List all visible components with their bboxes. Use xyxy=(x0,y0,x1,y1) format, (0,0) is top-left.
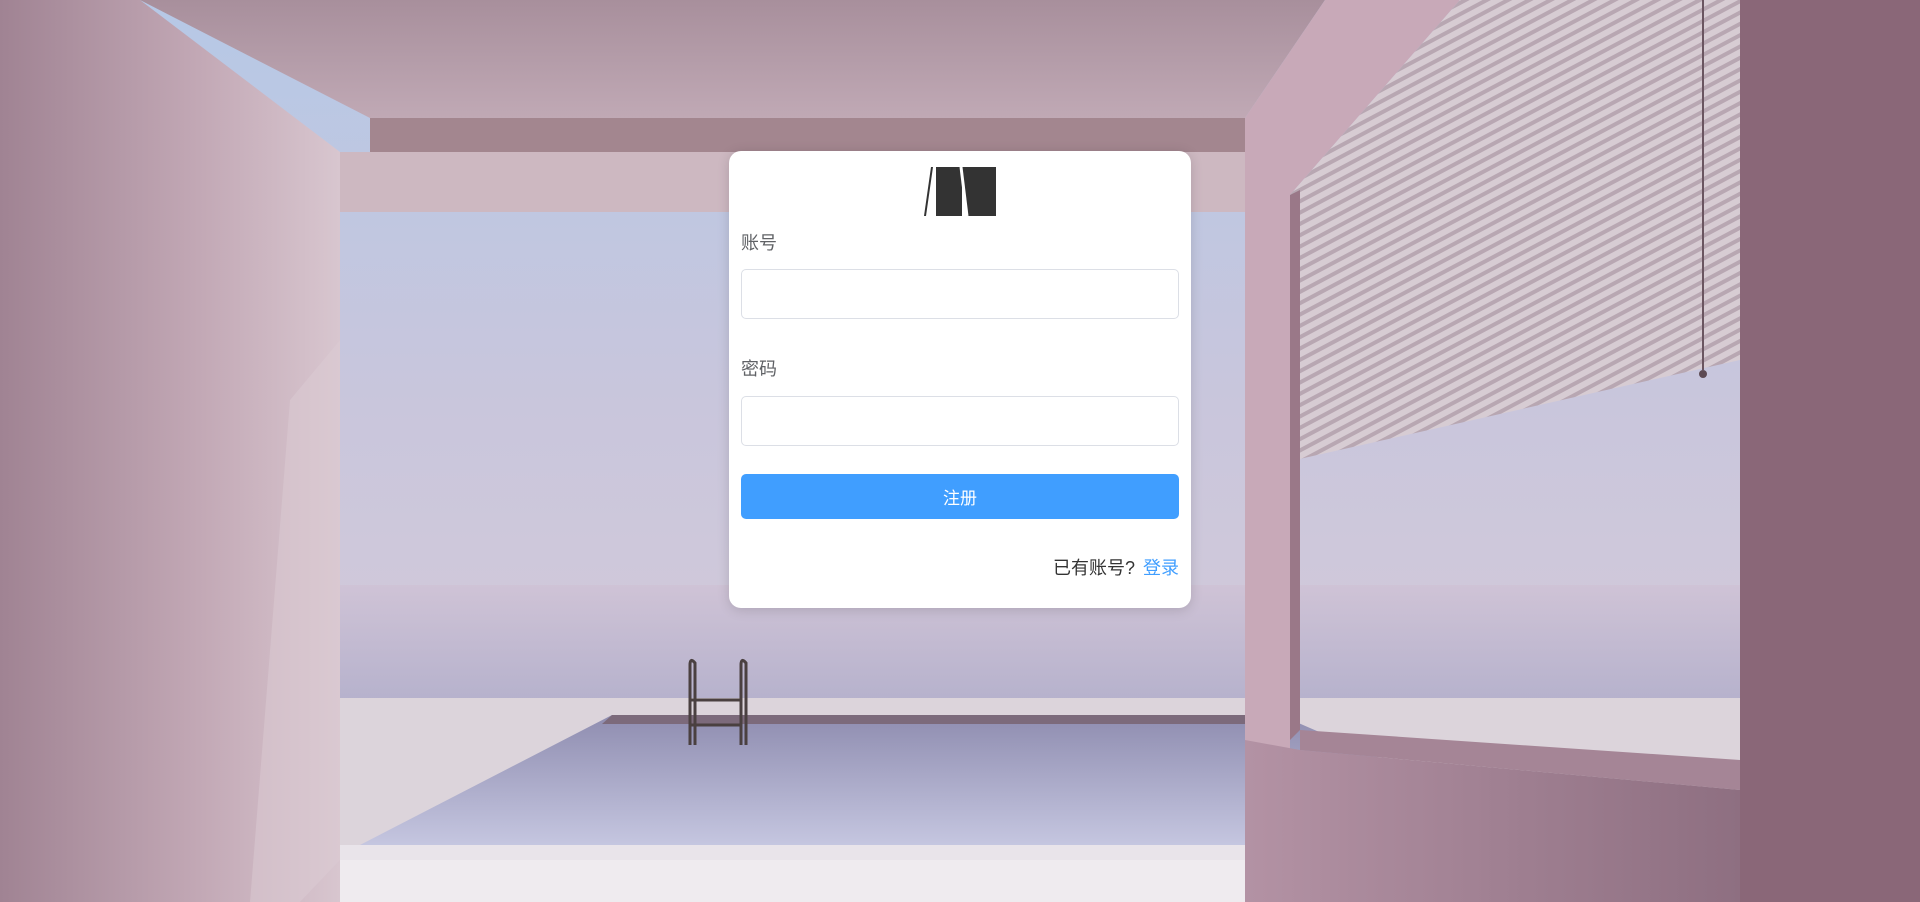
account-input[interactable] xyxy=(741,269,1179,319)
login-prompt: 已有账号? 登录 xyxy=(1053,556,1179,580)
have-account-text: 已有账号? xyxy=(1052,558,1135,578)
login-page: 账号 密码 注册 已有账号? 登录 xyxy=(0,0,1920,902)
login-link[interactable]: 登录 xyxy=(1143,558,1179,578)
password-label: 密码 xyxy=(741,359,777,379)
medium-m-logo-icon xyxy=(924,166,996,216)
register-button[interactable]: 注册 xyxy=(741,474,1179,519)
register-card: 账号 密码 注册 已有账号? 登录 xyxy=(729,151,1191,608)
password-input[interactable] xyxy=(741,396,1179,446)
account-label: 账号 xyxy=(741,233,777,253)
